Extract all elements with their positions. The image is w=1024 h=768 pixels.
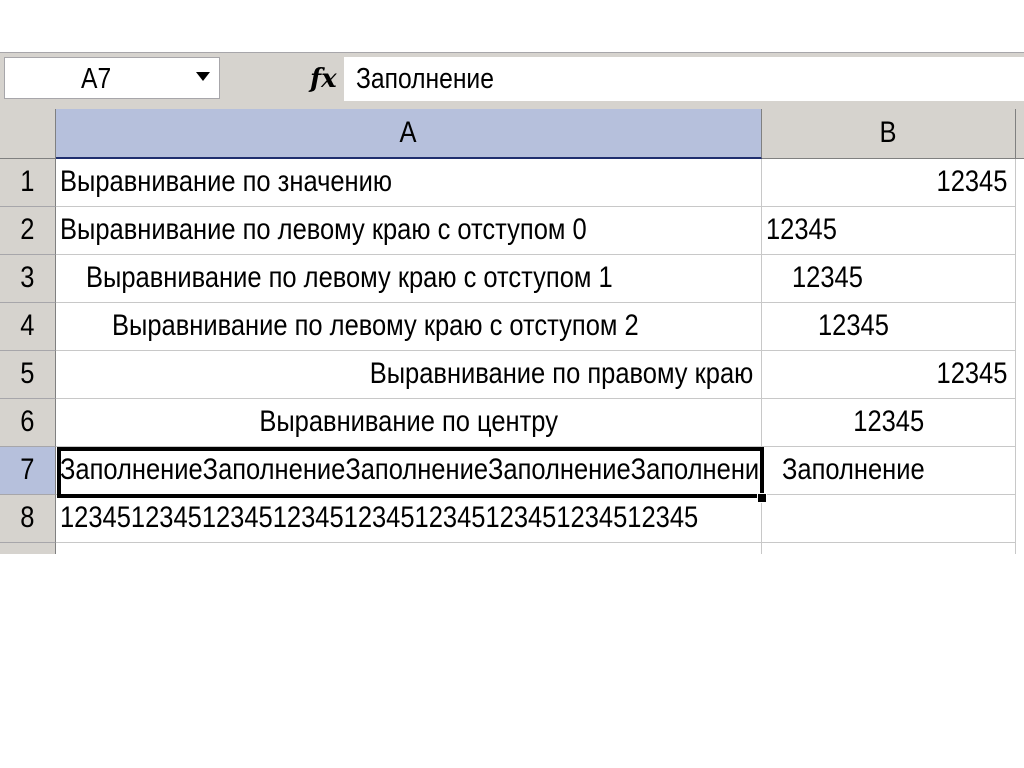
- cell-a8[interactable]: 1234512345123451234512345123451234512345…: [56, 495, 762, 543]
- cell-b8[interactable]: [762, 495, 1016, 543]
- row-header-9[interactable]: [0, 543, 56, 554]
- cell-a5[interactable]: Выравнивание по правому краю: [56, 351, 762, 399]
- top-blank-area: [0, 0, 1024, 52]
- cell-b6[interactable]: 12345: [762, 399, 1016, 447]
- name-box-dropdown-arrow-icon[interactable]: [188, 57, 218, 97]
- column-header-c[interactable]: [1016, 109, 1024, 159]
- formula-input[interactable]: Заполнение: [344, 57, 1024, 101]
- cell-a3[interactable]: Выравнивание по левому краю с отступом 1: [56, 255, 762, 303]
- formula-bar: A7 fx Заполнение: [0, 52, 1024, 105]
- column-header-b[interactable]: B: [762, 109, 1016, 159]
- row-header-4[interactable]: 4: [0, 303, 56, 351]
- cell-b9[interactable]: [762, 543, 1016, 554]
- cell-b1[interactable]: 12345: [762, 159, 1016, 207]
- cell-a9[interactable]: [56, 543, 762, 554]
- fill-handle[interactable]: [757, 493, 767, 503]
- cell-b3[interactable]: 12345: [762, 255, 1016, 303]
- cell-a1[interactable]: Выравнивание по значению: [56, 159, 762, 207]
- cell-a4[interactable]: Выравнивание по левому краю с отступом 2: [56, 303, 762, 351]
- formula-value: Заполнение: [356, 63, 494, 95]
- cell-b7[interactable]: Заполнение: [762, 447, 1016, 495]
- select-all-corner[interactable]: [0, 109, 56, 159]
- cell-a6[interactable]: Выравнивание по центру: [56, 399, 762, 447]
- name-box-value: A7: [81, 63, 112, 95]
- row-header-6[interactable]: 6: [0, 399, 56, 447]
- cell-a7[interactable]: ЗаполнениеЗаполнениеЗаполнениеЗаполнение…: [56, 447, 762, 495]
- column-header-a[interactable]: A: [56, 109, 762, 159]
- insert-function-icon[interactable]: fx: [310, 61, 346, 97]
- row-header-3[interactable]: 3: [0, 255, 56, 303]
- cell-a2[interactable]: Выравнивание по левому краю с отступом 0: [56, 207, 762, 255]
- row-header-1[interactable]: 1: [0, 159, 56, 207]
- row-header-7[interactable]: 7: [0, 447, 56, 495]
- cell-b5[interactable]: 12345: [762, 351, 1016, 399]
- row-header-8[interactable]: 8: [0, 495, 56, 543]
- row-header-2[interactable]: 2: [0, 207, 56, 255]
- row-header-5[interactable]: 5: [0, 351, 56, 399]
- spreadsheet-grid: A B 1 Выравнивание по значению 12345 2 В…: [0, 104, 1024, 554]
- cell-b2[interactable]: 12345: [762, 207, 1016, 255]
- cell-b4[interactable]: 12345: [762, 303, 1016, 351]
